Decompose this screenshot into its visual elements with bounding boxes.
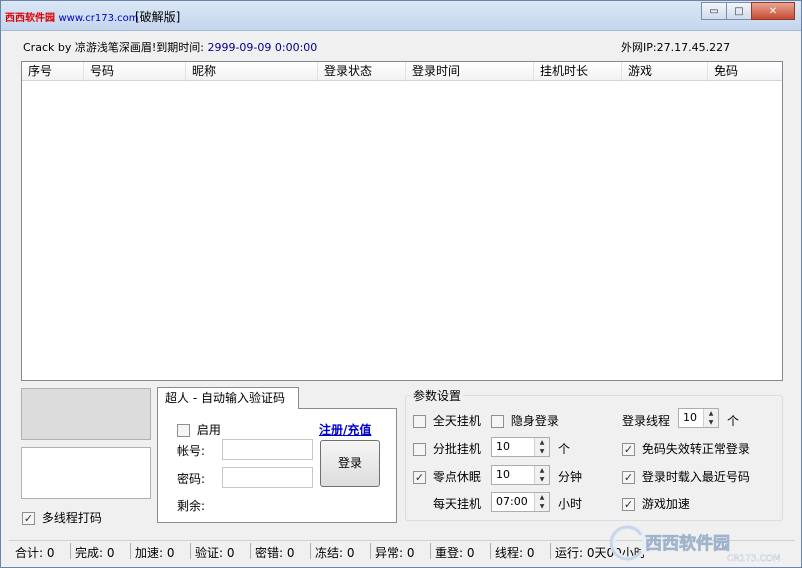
recent-checkbox[interactable]: ✓ 登录时载入最近号码 <box>622 468 750 485</box>
accel-check-icon: ✓ <box>622 498 635 511</box>
column-header-login-status[interactable]: 登录状态 <box>318 62 406 81</box>
list-header: 序号 号码 昵称 登录状态 登录时间 挂机时长 游戏 免码 <box>22 62 782 81</box>
midnight-check-icon: ✓ <box>413 471 426 484</box>
allday-check-icon <box>413 415 426 428</box>
accel-label: 游戏加速 <box>641 497 690 511</box>
maximize-button[interactable]: □ <box>726 2 752 20</box>
thread-unit: 个 <box>727 414 740 428</box>
code-fallback-check-icon: ✓ <box>622 443 635 456</box>
watermark-logo-icon: 西西软件园 CR173.COM <box>609 524 781 564</box>
login-button[interactable]: 登录 <box>320 440 380 487</box>
enable-checkbox[interactable]: 启用 <box>177 421 221 438</box>
ip-info: 外网IP:27.17.45.227 <box>621 39 730 55</box>
title-site: www.cr173.com <box>58 13 139 24</box>
midnight-checkbox[interactable]: ✓ 零点休眠 <box>413 468 481 485</box>
spinner-arrows-icon[interactable]: ▲ ▼ <box>703 409 718 427</box>
column-header-nickname[interactable]: 昵称 <box>186 62 318 81</box>
window-title: [破解版] <box>135 10 181 24</box>
batch-value: 10 <box>496 440 510 453</box>
daily-unit: 小时 <box>558 497 583 511</box>
spinner-arrows-icon[interactable]: ▲ ▼ <box>534 493 549 511</box>
multithread-checkbox[interactable]: ✓ 多线程打码 <box>22 509 102 526</box>
thread-spinner[interactable]: 10 ▲ ▼ <box>678 408 719 428</box>
accel-checkbox[interactable]: ✓ 游戏加速 <box>622 495 690 512</box>
watermark-brand: 西西软件园 <box>645 533 730 554</box>
daily-label: 每天挂机 <box>433 497 482 511</box>
column-header-login-time[interactable]: 登录时间 <box>406 62 534 81</box>
allday-checkbox[interactable]: 全天挂机 <box>413 412 481 429</box>
password-label: 密码: <box>177 472 206 486</box>
status-verify: 验证: 0 <box>195 546 235 560</box>
thread-value: 10 <box>683 411 697 424</box>
status-frozen: 冻结: 0 <box>315 546 355 560</box>
midnight-value: 10 <box>496 468 510 481</box>
multithread-label: 多线程打码 <box>41 511 102 525</box>
watermark-logo: 西西软件园 CR173.COM <box>609 521 799 565</box>
params-legend: 参数设置 <box>411 387 464 404</box>
status-threads: 线程: 0 <box>495 546 535 560</box>
column-header-idle-duration[interactable]: 挂机时长 <box>534 62 622 81</box>
stealth-check-icon <box>491 415 504 428</box>
column-header-game[interactable]: 游戏 <box>622 62 708 81</box>
watermark-site: CR173.COM <box>727 554 781 564</box>
minimize-icon: ▭ <box>709 5 719 17</box>
crack-info: Crack by 凉游浅笔深画眉!到期时间: 2999-09-09 0:00:0… <box>23 39 317 55</box>
spinner-arrows-icon[interactable]: ▲ ▼ <box>534 466 549 484</box>
batch-spinner[interactable]: 10 ▲ ▼ <box>491 437 550 457</box>
window-controls: ▭ □ ✕ <box>701 2 795 20</box>
code-fallback-label: 免码失效转正常登录 <box>641 442 750 456</box>
captcha-input-box[interactable] <box>21 447 151 499</box>
status-done: 完成: 0 <box>75 546 115 560</box>
status-pwd-error: 密错: 0 <box>255 546 295 560</box>
status-total: 合计: 0 <box>15 546 55 560</box>
account-label: 帐号: <box>177 444 206 458</box>
status-abnormal: 异常: 0 <box>375 546 415 560</box>
multithread-check-icon: ✓ <box>22 512 35 525</box>
batch-unit: 个 <box>558 442 571 456</box>
title-logo: 西西软件园 www.cr173.com <box>5 13 139 24</box>
stealth-label: 隐身登录 <box>510 414 559 428</box>
close-icon: ✕ <box>768 5 778 17</box>
stealth-checkbox[interactable]: 隐身登录 <box>491 412 559 429</box>
code-fallback-checkbox[interactable]: ✓ 免码失效转正常登录 <box>622 440 750 457</box>
ip-label: 外网IP: <box>621 41 657 54</box>
thread-label: 登录线程 <box>622 414 671 428</box>
ip-value: 27.17.45.227 <box>656 41 731 54</box>
enable-label: 启用 <box>196 423 221 437</box>
status-relogin: 重登: 0 <box>435 546 475 560</box>
recent-label: 登录时载入最近号码 <box>641 470 750 484</box>
midnight-label: 零点休眠 <box>432 470 481 484</box>
batch-checkbox[interactable]: 分批挂机 <box>413 440 481 457</box>
column-header-number[interactable]: 号码 <box>84 62 186 81</box>
enable-check-icon <box>177 424 190 437</box>
minimize-button[interactable]: ▭ <box>701 2 727 20</box>
daily-spinner[interactable]: 07:00 ▲ ▼ <box>491 492 550 512</box>
midnight-unit: 分钟 <box>558 470 583 484</box>
midnight-spinner[interactable]: 10 ▲ ▼ <box>491 465 550 485</box>
column-header-index[interactable]: 序号 <box>22 62 84 81</box>
spinner-arrows-icon[interactable]: ▲ ▼ <box>534 438 549 456</box>
maximize-icon: □ <box>734 5 744 17</box>
crack-label: Crack by 凉游浅笔深画眉!到期时间: <box>23 41 204 54</box>
allday-label: 全天挂机 <box>432 414 481 428</box>
daily-value: 07:00 <box>496 495 528 508</box>
tab-captcha-auto[interactable]: 超人 - 自动输入验证码 <box>157 387 299 409</box>
status-accel: 加速: 0 <box>135 546 175 560</box>
batch-label: 分批挂机 <box>432 442 481 456</box>
title-bar[interactable]: 西西软件园 www.cr173.com [破解版] ▭ □ ✕ <box>1 1 801 31</box>
password-field[interactable] <box>222 467 313 488</box>
close-button[interactable]: ✕ <box>751 2 795 20</box>
expiry-date: 2999-09-09 0:00:00 <box>207 41 318 54</box>
account-field[interactable] <box>222 439 313 460</box>
app-window: 西西软件园 www.cr173.com [破解版] ▭ □ ✕ Crack by… <box>0 0 802 568</box>
recent-check-icon: ✓ <box>622 471 635 484</box>
captcha-image-box <box>21 388 151 440</box>
remaining-label: 剩余: <box>177 499 206 513</box>
account-list[interactable]: 序号 号码 昵称 登录状态 登录时间 挂机时长 游戏 免码 <box>21 61 783 381</box>
column-header-code-free[interactable]: 免码 <box>708 62 782 81</box>
batch-check-icon <box>413 443 426 456</box>
register-link[interactable]: 注册/充值 <box>319 421 371 438</box>
